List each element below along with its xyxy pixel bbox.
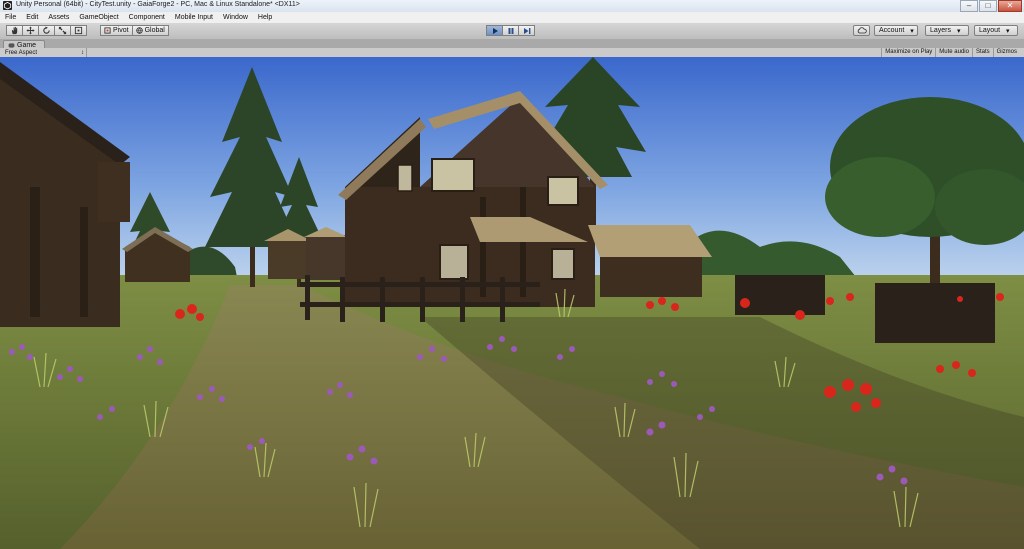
menu-help[interactable]: Help [253,14,277,21]
scale-icon [58,26,67,35]
layers-label: Layers [930,27,952,34]
pivot-tools: Pivot Global [100,25,169,36]
menu-gameobject[interactable]: GameObject [74,14,123,21]
minimize-icon: – [966,1,972,10]
main-toolbar: Pivot Global Account ▾ Layers ▾ Layout ▾ [0,23,1024,40]
pause-icon [508,27,513,34]
menu-window[interactable]: Window [218,14,253,21]
pause-button[interactable] [502,25,519,36]
unity-logo-icon [3,1,12,10]
pivot-icon [104,27,111,34]
rotate-tool-button[interactable] [38,25,55,36]
game-viewport[interactable] [0,57,1024,549]
chevron-down-icon: ▾ [910,27,914,35]
transform-tools [6,25,87,36]
move-icon [26,26,35,35]
game-controller-icon [8,42,15,48]
menu-file[interactable]: File [0,14,21,21]
play-controls [486,25,535,36]
step-button[interactable] [518,25,535,36]
play-icon [492,27,498,34]
rotate-icon [43,26,50,34]
layers-dropdown[interactable]: Layers ▾ [925,25,969,36]
hand-tool-button[interactable] [6,25,23,36]
globe-icon [135,27,143,34]
cloud-icon [857,27,867,34]
account-label: Account [879,27,905,34]
account-dropdown[interactable]: Account ▾ [874,25,918,36]
rect-tool-icon [74,26,83,35]
stats-toggle[interactable]: Stats [971,48,993,57]
chevron-down-icon: ▾ [957,27,961,35]
hand-icon [11,26,18,35]
layout-label: Layout [979,27,1001,34]
menu-mobile-input[interactable]: Mobile Input [170,14,218,21]
step-icon [523,27,530,34]
menu-component[interactable]: Component [124,14,170,21]
maximize-icon: □ [985,1,991,10]
menu-assets[interactable]: Assets [43,14,74,21]
aspect-dropdown[interactable]: Free Aspect ↕ [3,48,87,57]
pivot-toggle-button[interactable]: Pivot [100,25,133,36]
chevron-down-icon: ▾ [1006,27,1010,35]
maximize-on-play-toggle[interactable]: Maximize on Play [881,48,935,57]
scale-tool-button[interactable] [54,25,71,36]
pivot-label: Pivot [113,27,129,34]
close-button[interactable]: ✕ [998,0,1022,12]
game-view-options: Maximize on Play Mute audio Stats Gizmos [881,48,1020,57]
gizmos-toggle[interactable]: Gizmos [992,48,1020,57]
move-tool-button[interactable] [22,25,39,36]
game-scene [0,57,1024,549]
window-controls: – □ ✕ [960,0,1022,12]
aspect-label: Free Aspect [5,49,38,56]
mute-audio-toggle[interactable]: Mute audio [935,48,972,57]
cloud-button[interactable] [853,25,870,36]
rect-tool-button[interactable] [70,25,87,36]
global-label: Global [144,27,165,34]
maximize-button[interactable]: □ [979,0,997,12]
close-icon: ✕ [1006,1,1014,10]
window-title: Unity Personal (64bit) - CityTest.unity … [16,1,300,8]
layout-dropdown[interactable]: Layout ▾ [974,25,1018,36]
updown-arrow-icon: ↕ [81,49,84,56]
global-toggle-button[interactable]: Global [131,25,169,36]
play-button[interactable] [486,25,503,36]
minimize-button[interactable]: – [960,0,978,12]
menu-edit[interactable]: Edit [21,14,43,21]
